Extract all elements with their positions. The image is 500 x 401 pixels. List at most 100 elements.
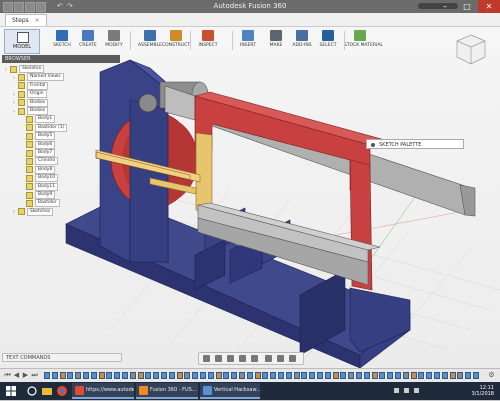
front-support-body[interactable] [349,287,411,353]
timeline-feature-icon[interactable] [395,372,401,379]
timeline-feature-icon[interactable] [129,372,136,379]
timeline-feature-icon[interactable] [192,372,199,379]
timeline-feature-icon[interactable] [207,372,214,379]
browser-row[interactable]: › Skeleton [5,65,45,73]
timeline-settings-icon[interactable]: ⚙ [488,372,495,379]
browser-row[interactable]: Body1 [21,115,56,124]
browser-row[interactable]: Body9 [21,191,56,199]
browser-row[interactable]: Body10 [21,174,59,183]
browser-header[interactable]: BROWSER [2,55,120,63]
browser-row[interactable]: Body11 [21,182,59,191]
timeline-feature-icon[interactable] [356,372,362,379]
browser-row[interactable]: Bastidor (1) [21,123,68,132]
timeline-feature-icon[interactable] [309,372,316,379]
timeline-feature-icon[interactable] [379,372,386,379]
timeline-feature-icon[interactable] [223,372,230,379]
toolbar-sketch[interactable]: SKETCH [52,29,72,52]
visibility-icon[interactable] [18,99,25,107]
timeline-feature-icon[interactable] [176,372,183,379]
visibility-icon[interactable] [18,208,25,216]
timeline-feature-icon[interactable] [473,372,479,379]
timeline-feature-icon[interactable] [441,372,448,379]
orbit-icon[interactable] [203,355,210,362]
taskbar-app-button[interactable]: Fusion 360 - FUS... [136,383,198,399]
visibility-icon[interactable] [18,82,25,90]
browser-row[interactable]: Bastidor [21,199,60,208]
browser-row[interactable]: Cilindro [21,157,59,166]
timeline-feature-icon[interactable] [371,372,378,379]
timeline-feature-icon[interactable] [145,372,152,379]
timeline-feature-icon[interactable] [317,372,323,379]
timeline-feature-icon[interactable] [83,372,89,379]
timeline-feature-icon[interactable] [231,372,238,379]
browser-row[interactable]: Body7 [21,149,56,157]
toolbar-make[interactable]: MAKE [266,29,286,52]
browser-row[interactable]: Body8 [21,165,56,174]
visibility-icon[interactable] [26,166,33,174]
timeline-feature-icon[interactable] [340,372,347,379]
timeline-feature-icon[interactable] [161,372,167,379]
timeline-feature-icon[interactable] [426,372,433,379]
visibility-icon[interactable] [18,90,25,98]
look-at-icon[interactable] [215,355,222,362]
go-to-end-icon[interactable]: ⏭ [31,372,38,379]
sketch-palette-panel[interactable]: SKETCH PALETTE [366,139,464,149]
step-back-icon[interactable]: ◀ [13,372,20,379]
timeline-feature-icon[interactable] [239,372,245,379]
visibility-icon[interactable] [26,183,33,191]
timeline-feature-icon[interactable] [301,372,308,379]
timeline-feature-icon[interactable] [332,372,339,379]
visibility-icon[interactable] [26,124,33,132]
visibility-icon[interactable] [26,132,33,140]
timeline-feature-icon[interactable] [293,372,300,379]
timeline-feature-icon[interactable] [114,372,121,379]
minimize-button[interactable]: – [434,0,456,13]
close-button[interactable]: ✕ [478,0,500,13]
close-tab-icon[interactable]: × [35,17,40,24]
timeline-feature-icon[interactable] [262,372,269,379]
timeline-feature-icon[interactable] [90,372,97,379]
visibility-icon[interactable] [26,115,33,123]
visibility-icon[interactable] [10,65,17,73]
browser-row[interactable]: › Sketches [13,207,54,216]
browser-row[interactable]: Frontal [13,81,49,90]
browser-row[interactable]: Body5 [21,132,56,141]
clock[interactable]: 12:11 3/1/2018 [472,385,494,397]
timeline-feature-icon[interactable] [67,372,74,379]
timeline-feature-icon[interactable] [449,372,456,379]
tab-steps[interactable]: Steps × [5,14,47,26]
toolbar-add-ins[interactable]: ADD-INS [292,29,312,52]
timeline-feature-icon[interactable] [465,372,472,379]
workspace-switcher-button[interactable]: MODEL [4,29,40,54]
browser-row[interactable]: Body6 [21,140,56,149]
play-icon[interactable]: ▶ [22,372,29,379]
timeline-feature-icon[interactable] [278,372,284,379]
toolbar-insert[interactable]: INSERT [238,29,258,52]
pan-icon[interactable] [227,355,234,362]
timeline-feature-icon[interactable] [200,372,206,379]
view-cube[interactable] [454,33,488,67]
timeline-feature-icon[interactable] [153,372,160,379]
timeline-feature-icon[interactable] [106,372,113,379]
windows-start-icon[interactable] [0,382,22,400]
timeline-feature-icon[interactable] [122,372,128,379]
maximize-button[interactable]: □ [456,0,478,13]
taskbar-app-button[interactable]: https://www.autodesk.c... [72,383,134,399]
taskbar-app-button[interactable]: Vertical Hacksaw... [200,383,260,399]
timeline-feature-icon[interactable] [44,372,50,379]
timeline-feature-icon[interactable] [410,372,417,379]
visibility-icon[interactable] [18,107,25,115]
notification-icon[interactable] [414,388,419,393]
visibility-icon[interactable] [26,191,33,199]
toolbar-modify[interactable]: MODIFY [104,29,124,52]
visibility-icon[interactable] [26,149,33,157]
timeline-feature-icon[interactable] [51,372,58,379]
timeline-feature-icon[interactable] [168,372,175,379]
timeline-feature-icon[interactable] [324,372,331,379]
visibility-icon[interactable] [26,199,33,207]
viewports-icon[interactable] [289,355,296,362]
browser-row[interactable]: › Bodies [13,98,49,107]
browser-row[interactable]: › Origin [13,90,47,99]
timeline-feature-icon[interactable] [184,372,191,379]
timeline-feature-icon[interactable] [457,372,464,379]
